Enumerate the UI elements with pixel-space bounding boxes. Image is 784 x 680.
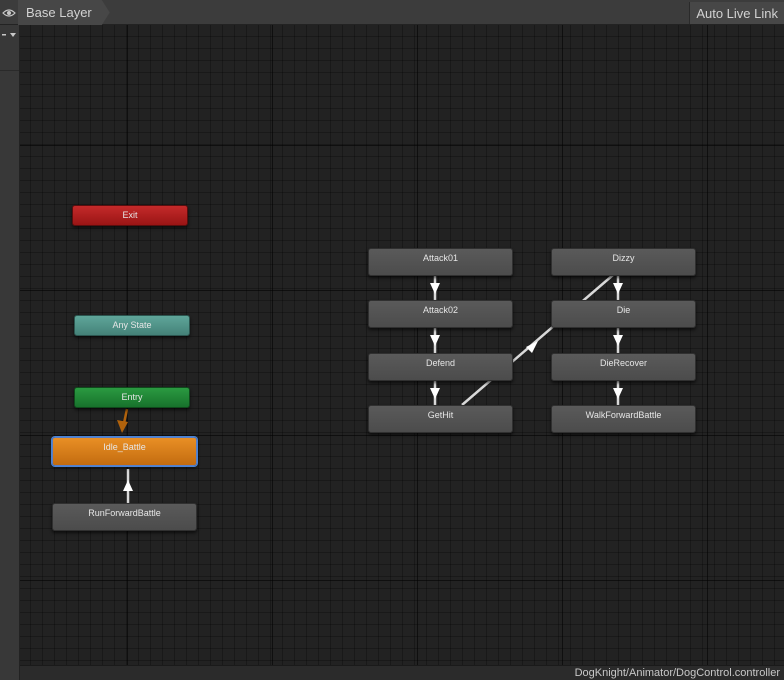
state-run-forward-battle[interactable]: RunForwardBattle	[52, 503, 197, 531]
state-label: GetHit	[427, 410, 454, 420]
state-entry[interactable]: Entry	[74, 387, 190, 408]
state-label: Exit	[122, 210, 138, 220]
transition-arrowhead	[613, 388, 623, 399]
state-exit[interactable]: Exit	[72, 205, 188, 226]
layer-breadcrumb[interactable]: Base Layer	[18, 0, 110, 25]
eye-icon[interactable]	[0, 0, 18, 25]
state-label: Die	[616, 305, 631, 315]
state-die-recover[interactable]: DieRecover	[551, 353, 696, 381]
layer-name: Base Layer	[26, 5, 92, 20]
auto-live-link-label: Auto Live Link	[696, 5, 778, 21]
state-label: Idle_Battle	[103, 442, 146, 452]
animator-window: Base Layer Auto Live Link Exit Any State…	[0, 0, 784, 680]
transition-arrowhead	[430, 283, 440, 294]
state-dizzy[interactable]: Dizzy	[551, 248, 696, 276]
state-label: WalkForwardBattle	[585, 410, 662, 420]
state-idle-battle[interactable]: Idle_Battle	[52, 437, 197, 466]
transition-arrowhead	[117, 420, 128, 433]
state-label: Attack01	[422, 253, 459, 263]
state-die[interactable]: Die	[551, 300, 696, 328]
transition-arrowhead	[613, 335, 623, 346]
transition-arrowhead	[123, 480, 133, 491]
state-defend[interactable]: Defend	[368, 353, 513, 381]
state-label: Any State	[112, 320, 152, 330]
state-gethit[interactable]: GetHit	[368, 405, 513, 433]
transition-arrowhead	[430, 388, 440, 399]
controller-path: DogKnight/Animator/DogControl.controller	[574, 667, 780, 679]
state-label: Attack02	[422, 305, 459, 315]
layers-side-panel	[0, 25, 20, 680]
side-panel-divider	[0, 70, 19, 71]
transition-arrowhead	[526, 341, 538, 353]
state-label: Entry	[121, 392, 143, 402]
status-bar: DogKnight/Animator/DogControl.controller	[20, 665, 784, 680]
state-walk-forward-battle[interactable]: WalkForwardBattle	[551, 405, 696, 433]
state-any-state[interactable]: Any State	[74, 315, 190, 336]
transition-arrowhead	[613, 283, 623, 294]
animator-toolbar: Base Layer Auto Live Link	[0, 0, 784, 25]
state-label: Defend	[425, 358, 456, 368]
state-attack01[interactable]: Attack01	[368, 248, 513, 276]
transition-arrowhead	[430, 335, 440, 346]
state-label: RunForwardBattle	[88, 508, 161, 518]
transitions-layer	[117, 274, 623, 503]
transition-gethit-to-dizzy[interactable]	[461, 274, 614, 406]
menu-dropdown-icon[interactable]	[0, 27, 20, 43]
state-label: DieRecover	[599, 358, 648, 368]
state-label: Dizzy	[612, 253, 635, 263]
state-attack02[interactable]: Attack02	[368, 300, 513, 328]
auto-live-link-button[interactable]: Auto Live Link	[689, 2, 784, 24]
state-machine-graph[interactable]: Exit Any State Entry Idle_Battle RunForw…	[20, 25, 784, 665]
